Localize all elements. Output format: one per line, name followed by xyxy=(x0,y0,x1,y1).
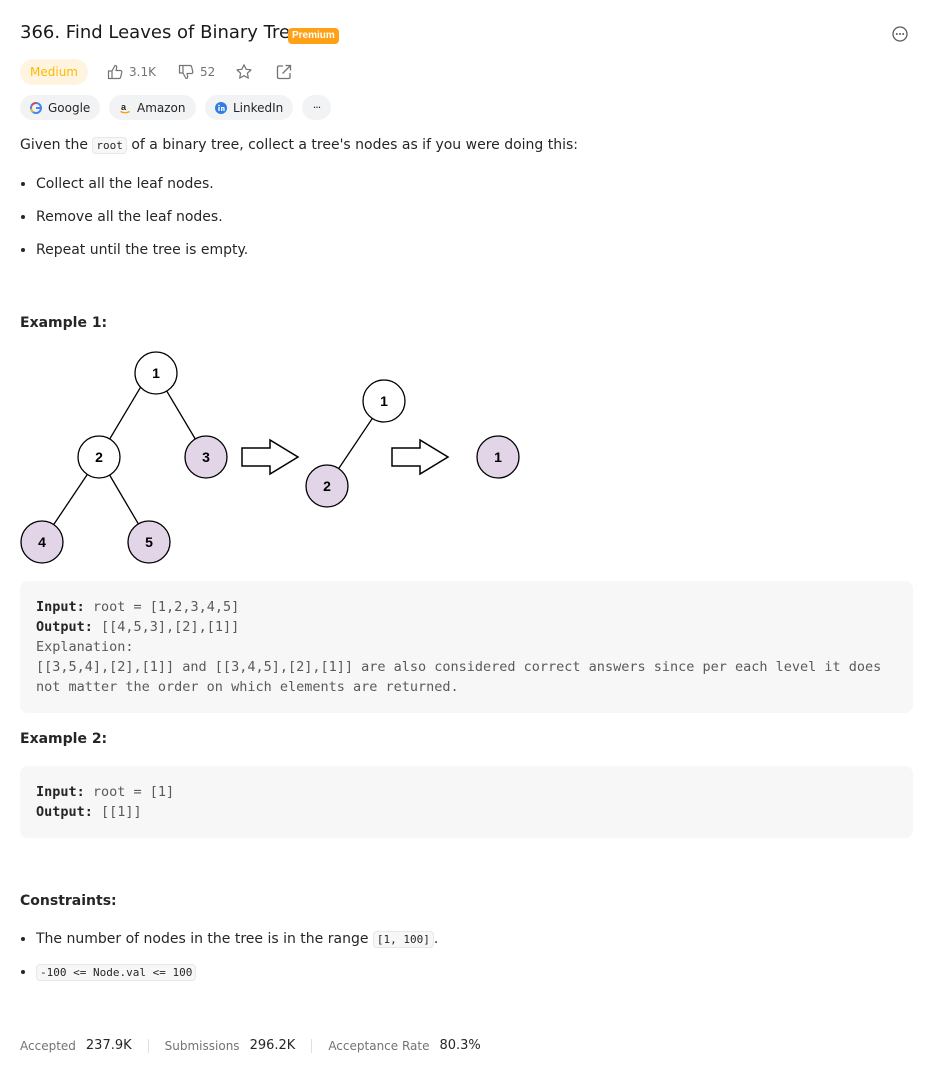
arrow-right-icon xyxy=(241,438,300,476)
divider xyxy=(147,1038,149,1053)
page-title: 366. Find Leaves of Binary Tree xyxy=(20,22,302,43)
svg-text:a: a xyxy=(121,102,127,112)
example-1-heading: Example 1: xyxy=(20,315,108,331)
tree-node-leaf: 4 xyxy=(20,520,64,564)
company-name: Amazon xyxy=(137,100,186,115)
amazon-logo-icon: a xyxy=(120,102,130,113)
stats-footer: Accepted 237.9K Submissions 296.2K Accep… xyxy=(20,1038,481,1053)
star-icon xyxy=(236,64,252,79)
thumbs-down-icon xyxy=(178,64,194,80)
list-item: Repeat until the tree is empty. xyxy=(36,241,248,274)
list-item: Collect all the leaf nodes. xyxy=(36,175,248,208)
more-dots: ··· xyxy=(312,101,321,114)
arrow-right-icon xyxy=(391,438,450,476)
example-2-code-block: Input: root = [1] Output: [[1]] xyxy=(20,766,913,838)
submissions-value: 296.2K xyxy=(249,1038,296,1053)
tree-node: 1 xyxy=(362,379,406,423)
tree-node-leaf: 2 xyxy=(305,464,349,508)
linkedin-logo-icon xyxy=(215,101,227,114)
example-1-tree-diagram: 1 2 3 4 5 1 2 1 xyxy=(20,351,520,564)
dislikes-count: 52 xyxy=(200,65,216,79)
node-label: 1 xyxy=(494,449,502,465)
accepted-value: 237.9K xyxy=(85,1038,132,1053)
tree-node-leaf: 3 xyxy=(184,435,228,479)
node-label: 4 xyxy=(38,534,46,550)
constraints-heading: Constraints: xyxy=(20,893,117,909)
divider xyxy=(311,1038,313,1053)
inline-code: root xyxy=(92,137,127,154)
thumbs-up-icon xyxy=(107,64,123,80)
problem-intro: Given the root of a binary tree, collect… xyxy=(20,137,579,154)
inline-code: [1, 100] xyxy=(372,931,434,948)
tree-node: 1 xyxy=(134,351,178,395)
tree-node: 2 xyxy=(77,435,121,479)
ellipsis-circle-icon xyxy=(892,26,908,42)
inline-code: -100 <= Node.val <= 100 xyxy=(36,964,197,981)
list-item: -100 <= Node.val <= 100 xyxy=(36,963,438,996)
more-companies-button[interactable]: ··· xyxy=(302,95,331,120)
acceptance-rate-value: 80.3% xyxy=(439,1038,481,1053)
dislike-button[interactable]: 52 xyxy=(178,60,215,84)
more-options-button[interactable] xyxy=(891,25,909,43)
node-label: 5 xyxy=(145,534,153,550)
steps-list: Collect all the leaf nodes. Remove all t… xyxy=(0,175,248,274)
node-label: 2 xyxy=(323,478,331,494)
node-label: 1 xyxy=(152,365,160,381)
company-name: Google xyxy=(48,100,91,115)
node-label: 3 xyxy=(202,449,210,465)
tree-node-leaf: 5 xyxy=(127,520,171,564)
acceptance-rate-label: Acceptance Rate xyxy=(328,1038,430,1053)
node-label: 1 xyxy=(380,393,388,409)
like-button[interactable]: 3.1K xyxy=(107,60,156,84)
company-name: LinkedIn xyxy=(233,100,284,115)
favorite-button[interactable] xyxy=(235,60,253,84)
company-tag-amazon[interactable]: a Amazon xyxy=(109,95,196,120)
share-button[interactable] xyxy=(275,60,293,84)
constraints-list: The number of nodes in the tree is in th… xyxy=(0,930,438,996)
example-1-code-block: Input: root = [1,2,3,4,5] Output: [[4,5,… xyxy=(20,581,913,713)
google-logo-icon xyxy=(30,101,42,114)
node-label: 2 xyxy=(95,449,103,465)
company-tag-linkedin[interactable]: LinkedIn xyxy=(205,95,294,120)
submissions-label: Submissions xyxy=(164,1038,240,1053)
share-icon xyxy=(276,64,292,80)
list-item: The number of nodes in the tree is in th… xyxy=(36,930,438,963)
difficulty-badge[interactable]: Medium xyxy=(20,59,88,85)
accepted-label: Accepted xyxy=(20,1038,76,1053)
premium-badge: Premium xyxy=(288,28,339,44)
example-2-heading: Example 2: xyxy=(20,731,108,747)
tree-node-leaf: 1 xyxy=(476,435,520,479)
list-item: Remove all the leaf nodes. xyxy=(36,208,248,241)
company-tag-google[interactable]: Google xyxy=(20,95,101,120)
likes-count: 3.1K xyxy=(129,65,156,79)
